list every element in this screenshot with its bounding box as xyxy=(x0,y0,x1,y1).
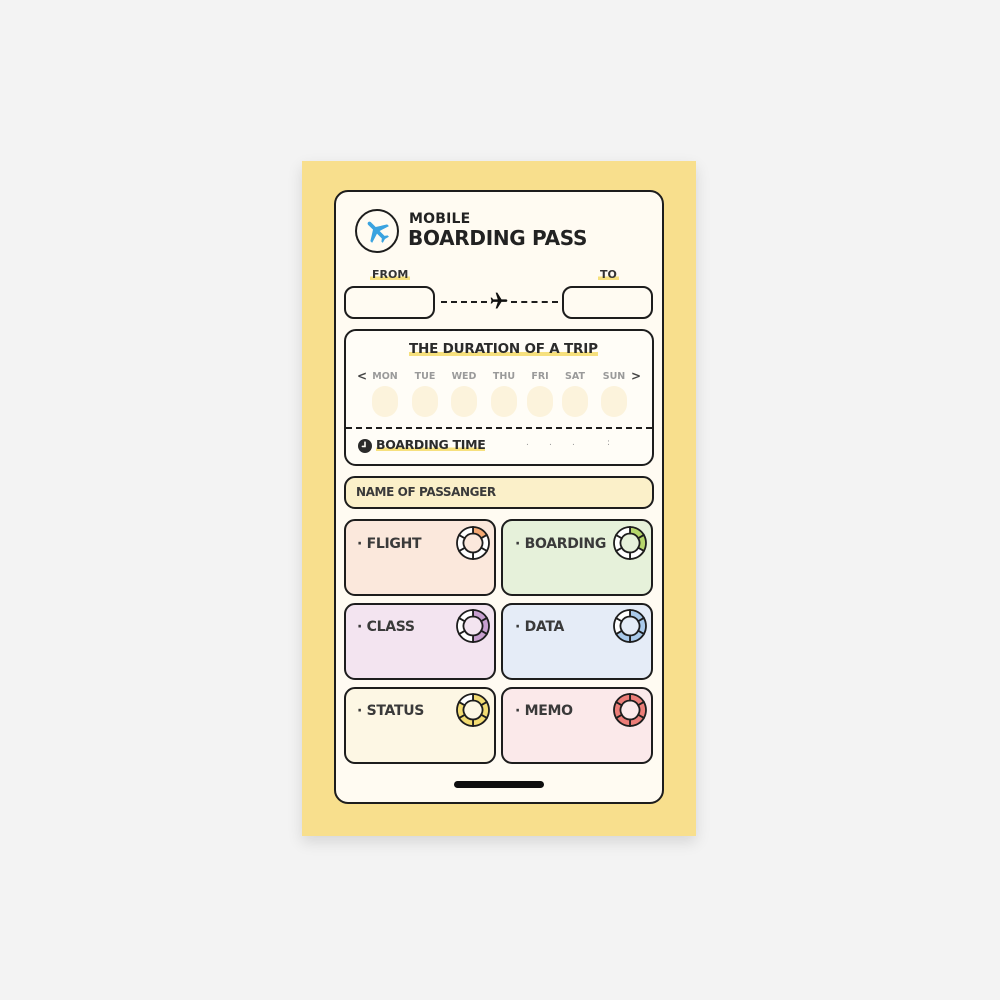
progress-ring-icon xyxy=(613,693,647,727)
day-label-thu: THU xyxy=(492,371,516,382)
time-separator: . xyxy=(526,438,529,448)
ring-segment xyxy=(629,629,646,643)
progress-ring-icon xyxy=(456,693,490,727)
day-slot-tue[interactable] xyxy=(412,386,438,417)
day-label-mon: MON xyxy=(372,371,398,382)
ring-segment xyxy=(614,693,631,707)
app-title: BOARDING PASS xyxy=(408,226,588,250)
ring-segment xyxy=(457,609,474,623)
time-separator: . xyxy=(549,438,552,448)
progress-ring-icon xyxy=(613,609,647,643)
logo-badge xyxy=(355,209,399,253)
route-dashed-line xyxy=(511,301,558,303)
day-label-tue: TUE xyxy=(414,371,436,382)
day-label-wed: WED xyxy=(451,371,477,382)
passenger-name-label: NAME OF PASSANGER xyxy=(356,485,496,499)
tile-flight-label: · FLIGHT xyxy=(357,536,422,552)
from-field[interactable] xyxy=(344,286,435,319)
route-dashed-line xyxy=(441,301,487,303)
airplane-icon xyxy=(490,292,508,309)
day-slot-wed[interactable] xyxy=(451,386,477,417)
tile-status-label: · STATUS xyxy=(357,703,425,719)
day-slot-fri[interactable] xyxy=(527,386,553,417)
tile-boarding-label: · BOARDING xyxy=(515,536,607,552)
day-label-fri: FRI xyxy=(531,371,549,382)
day-label-sat: SAT xyxy=(565,371,585,382)
progress-ring-icon xyxy=(456,609,490,643)
home-indicator[interactable] xyxy=(454,781,544,788)
tile-memo-label: · MEMO xyxy=(515,703,573,719)
progress-ring-icon xyxy=(456,526,490,560)
day-slot-thu[interactable] xyxy=(491,386,517,417)
clock-icon xyxy=(358,439,372,453)
to-field[interactable] xyxy=(562,286,653,319)
day-slot-sun[interactable] xyxy=(601,386,627,417)
trip-duration-title: THE DURATION OF A TRIP xyxy=(409,341,598,357)
tile-data-label: · DATA xyxy=(515,619,565,635)
tile-class-label: · CLASS xyxy=(357,619,415,635)
ring-segment xyxy=(614,526,631,540)
airplane-icon xyxy=(367,221,389,243)
ring-segment xyxy=(629,713,646,727)
ring-segment xyxy=(472,546,489,560)
boarding-time-label: BOARDING TIME xyxy=(376,437,486,452)
day-slot-sat[interactable] xyxy=(562,386,588,417)
time-separator: : xyxy=(607,438,611,448)
ring-segment xyxy=(629,546,646,560)
progress-ring-icon xyxy=(613,526,647,560)
time-separator: . xyxy=(572,438,575,448)
ring-segment xyxy=(472,713,489,727)
ring-segment xyxy=(457,526,474,540)
day-slot-mon[interactable] xyxy=(372,386,398,417)
to-label: TO xyxy=(598,268,619,281)
app-subtitle: MOBILE xyxy=(409,211,471,227)
day-label-sun: SUN xyxy=(602,371,626,382)
from-label: FROM xyxy=(370,268,411,281)
ring-segment xyxy=(614,609,631,623)
ring-segment xyxy=(457,693,474,707)
dashed-divider xyxy=(346,427,652,429)
ring-segment xyxy=(472,629,489,643)
